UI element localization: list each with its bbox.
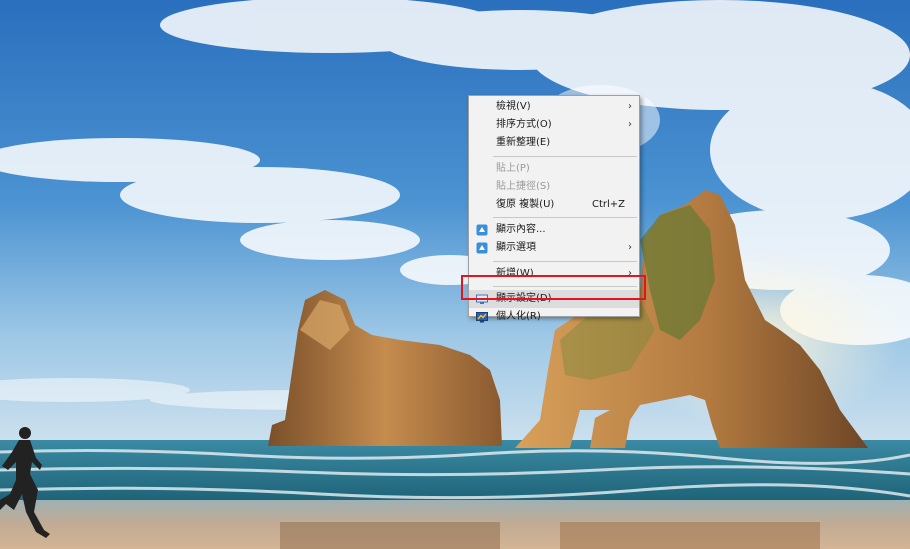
menu-item-label: 顯示設定(D) bbox=[496, 292, 552, 304]
menu-item-label: 顯示選項 bbox=[496, 242, 536, 254]
chevron-right-icon: › bbox=[628, 267, 632, 279]
menu-item-label: 顯示內容... bbox=[496, 224, 546, 236]
chevron-right-icon: › bbox=[628, 119, 632, 131]
menu-separator bbox=[493, 285, 637, 287]
menu-item-4: 貼上(P) bbox=[469, 160, 639, 178]
display-properties-icon bbox=[476, 224, 488, 236]
menu-item-label: 排序方式(O) bbox=[496, 119, 552, 131]
display-settings-icon bbox=[476, 293, 488, 305]
desktop-context-menu: 檢視(V) › 排序方式(O) › 重新整理(E) 貼上(P) 貼上捷徑(S) 復原 複製(U… bbox=[468, 95, 640, 323]
menu-item-0[interactable]: 檢視(V) › bbox=[469, 98, 639, 116]
menu-item-6[interactable]: 復原 複製(U) Ctrl+Z bbox=[469, 196, 639, 214]
chevron-right-icon: › bbox=[628, 101, 632, 112]
wallpaper-image bbox=[0, 0, 910, 549]
menu-separator bbox=[493, 217, 637, 219]
menu-separator bbox=[493, 260, 637, 262]
desktop-wallpaper[interactable] bbox=[0, 0, 910, 549]
menu-item-11[interactable]: 新增(W) › bbox=[469, 265, 639, 283]
menu-item-8[interactable]: 顯示內容... bbox=[469, 221, 639, 239]
menu-item-label: 復原 複製(U) bbox=[496, 198, 555, 210]
menu-item-label: 貼上(P) bbox=[496, 162, 530, 174]
menu-item-2[interactable]: 重新整理(E) bbox=[469, 134, 639, 152]
menu-item-label: 重新整理(E) bbox=[496, 137, 551, 149]
menu-item-label: 新增(W) bbox=[496, 267, 534, 279]
menu-item-label: 個人化(R) bbox=[496, 310, 541, 322]
menu-item-13[interactable]: 顯示設定(D) bbox=[469, 289, 639, 308]
menu-item-14[interactable]: 個人化(R) bbox=[469, 308, 639, 326]
menu-separator bbox=[493, 155, 637, 157]
menu-item-5: 貼上捷徑(S) bbox=[469, 178, 639, 196]
menu-item-label: 貼上捷徑(S) bbox=[496, 180, 551, 192]
menu-item-9[interactable]: 顯示選項 › bbox=[469, 239, 639, 257]
personalize-icon bbox=[476, 311, 488, 323]
display-options-icon bbox=[476, 242, 488, 254]
menu-item-label: 檢視(V) bbox=[496, 101, 531, 112]
chevron-right-icon: › bbox=[628, 242, 632, 254]
menu-item-shortcut: Ctrl+Z bbox=[591, 198, 625, 210]
menu-item-1[interactable]: 排序方式(O) › bbox=[469, 116, 639, 134]
